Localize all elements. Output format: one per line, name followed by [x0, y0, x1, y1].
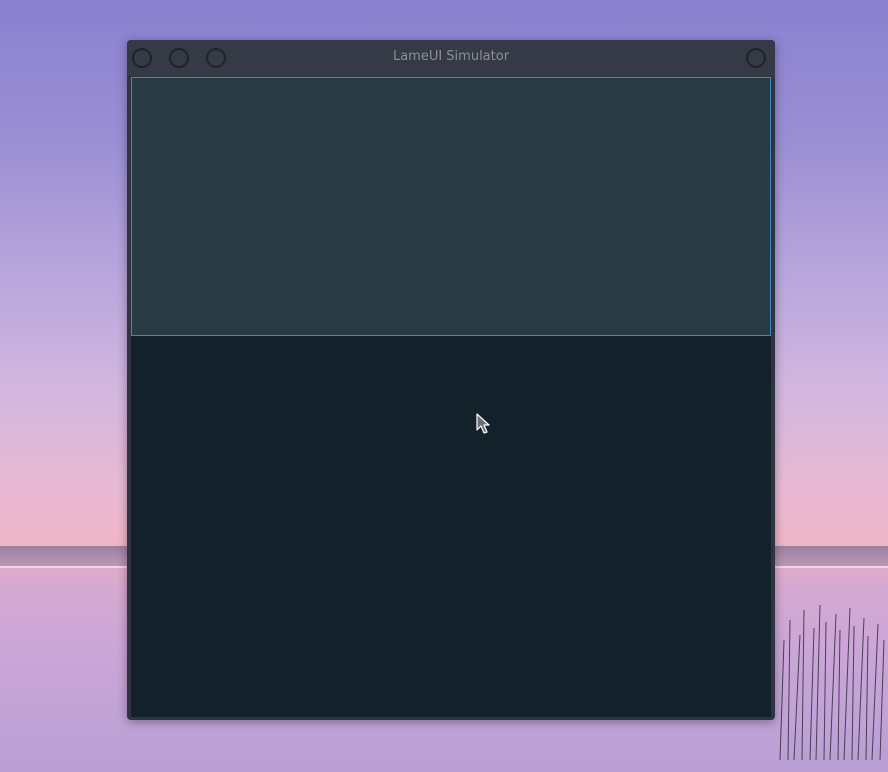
simulator-window: LameUI Simulator: [127, 40, 775, 720]
arrow-cursor-icon: [476, 413, 490, 434]
simulator-canvas[interactable]: [131, 77, 771, 717]
window-title: LameUI Simulator: [392, 49, 510, 64]
window-titlebar[interactable]: LameUI Simulator: [127, 40, 775, 76]
wallpaper-reeds: [779, 604, 885, 760]
highlighted-region[interactable]: [131, 77, 771, 336]
window-menu-button[interactable]: [746, 48, 766, 68]
